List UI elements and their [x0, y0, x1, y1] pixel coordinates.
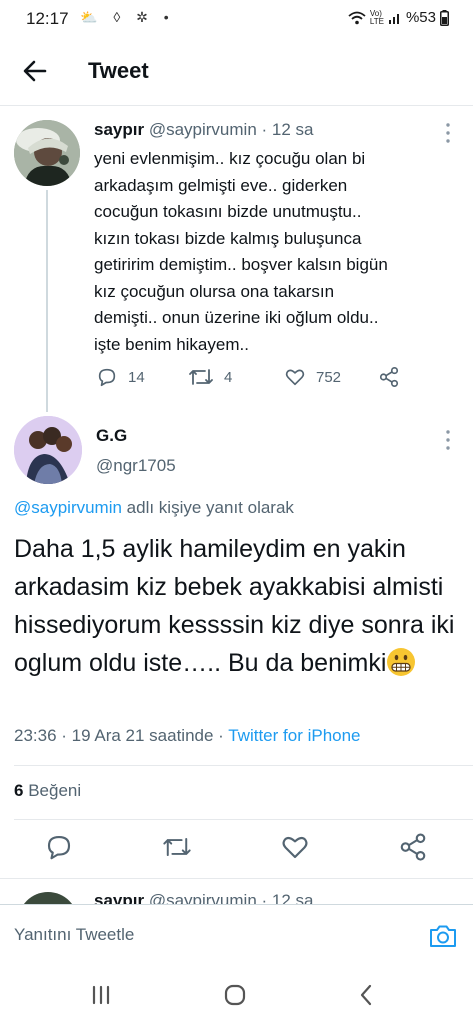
- tweet-source-link[interactable]: Twitter for iPhone: [228, 726, 360, 745]
- like-action[interactable]: 752: [284, 366, 341, 388]
- header: Tweet: [0, 36, 473, 106]
- tweet-date: · 19 Ara 21 saatinde ·: [56, 726, 229, 745]
- divider: [0, 878, 473, 879]
- retweet-icon[interactable]: [162, 832, 192, 862]
- nav-back-icon[interactable]: [354, 982, 380, 1008]
- like-label: Beğeni: [23, 781, 82, 800]
- status-bar: 12:17 ⛅ ◊ ✲ • Vo) LTE %53: [0, 0, 473, 36]
- author-handle[interactable]: @ngr1705: [96, 456, 176, 476]
- share-action[interactable]: [378, 366, 400, 388]
- author-handle[interactable]: @saypirvumin: [149, 120, 257, 139]
- reply-mention-link[interactable]: @saypirvumin: [14, 498, 122, 517]
- status-time: 12:17: [26, 9, 69, 28]
- battery-icon: [440, 9, 449, 26]
- more-options-icon[interactable]: [443, 121, 453, 145]
- divider: [14, 765, 473, 766]
- page-title: Tweet: [88, 58, 149, 83]
- heart-icon[interactable]: [280, 832, 310, 862]
- reply-icon[interactable]: [44, 832, 74, 862]
- parent-tweet-text: yeni evlenmişim.. kız çocuğu olan bi ark…: [94, 149, 388, 354]
- tweet-time: 23:36: [14, 726, 57, 745]
- system-nav-bar: [0, 966, 473, 1024]
- more-options-icon[interactable]: [443, 428, 453, 452]
- signal-icon: [388, 13, 399, 24]
- share-icon[interactable]: [398, 832, 428, 862]
- notification-icons: ⛅ ◊ ✲ •: [80, 9, 175, 25]
- parent-tweet-header: saypır @saypirvumin · 12 sa: [94, 120, 314, 140]
- author-name[interactable]: G.G: [96, 426, 127, 446]
- status-right: Vo) LTE %53: [348, 9, 449, 26]
- avatar[interactable]: [14, 120, 80, 186]
- reply-count: 14: [128, 368, 145, 386]
- back-arrow-icon[interactable]: [18, 54, 52, 88]
- grimacing-face-icon: [387, 648, 416, 676]
- tweet-time: · 12 sa: [261, 120, 314, 139]
- main-tweet-actions: [0, 832, 473, 866]
- retweet-icon: [189, 369, 213, 385]
- wifi-icon: [348, 11, 366, 24]
- recent-apps-icon[interactable]: [88, 982, 114, 1008]
- parent-tweet-actions: 14 4 752: [94, 366, 424, 392]
- reply-action[interactable]: 14: [96, 366, 145, 388]
- next-tweet-preview[interactable]: saypır @saypirvumin · 12 sa: [0, 880, 473, 906]
- retweet-action[interactable]: 4: [188, 366, 232, 388]
- divider: [14, 819, 473, 820]
- home-icon[interactable]: [222, 982, 248, 1008]
- likes-summary[interactable]: 6 Beğeni: [14, 781, 81, 801]
- thread-line: [46, 190, 48, 412]
- avatar-image: [14, 416, 82, 484]
- tweet-meta: 23:36 · 19 Ara 21 saatinde · Twitter for…: [14, 726, 361, 746]
- avatar-image: [14, 120, 80, 186]
- reply-bar: Yanıtını Tweetle: [0, 904, 473, 966]
- main-tweet-text: Daha 1,5 aylik hamileydim en yakin arkad…: [14, 530, 464, 682]
- network-type: Vo) LTE: [369, 8, 384, 26]
- author-name[interactable]: saypır: [94, 120, 144, 139]
- battery-percent: %53: [405, 9, 436, 26]
- camera-icon[interactable]: [428, 921, 458, 951]
- reply-input[interactable]: Yanıtını Tweetle: [14, 925, 134, 945]
- reply-icon: [98, 368, 116, 387]
- retweet-count: 4: [224, 368, 233, 386]
- heart-icon: [285, 369, 305, 386]
- replying-to: @saypirvumin adlı kişiye yanıt olarak: [14, 498, 294, 518]
- avatar[interactable]: [14, 416, 82, 484]
- share-icon: [379, 367, 399, 387]
- like-count: 752: [316, 368, 342, 386]
- reply-to-label: adlı kişiye yanıt olarak: [121, 498, 294, 517]
